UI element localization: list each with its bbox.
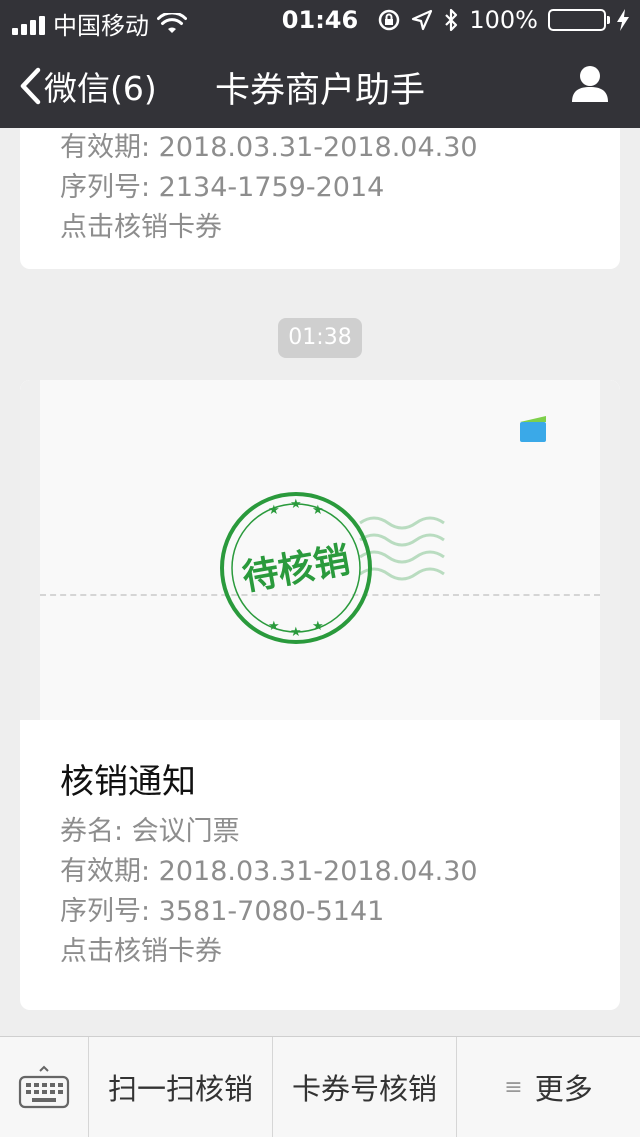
menu-item-label: 卡券号核销 [291, 1072, 437, 1106]
card-title: 核销通知 [60, 762, 196, 802]
svg-text:★: ★ [312, 619, 324, 634]
menu-lines-icon: ≡ [504, 1074, 523, 1100]
profile-button[interactable] [570, 64, 610, 108]
keyboard-toggle-button[interactable] [0, 1037, 89, 1137]
pending-stamp: ★ ★ ★ ★ ★ ★ 待核销 [220, 492, 445, 644]
battery-icon [548, 9, 610, 31]
wechat-card-icon [520, 416, 546, 442]
charging-icon [617, 9, 629, 31]
nav-bar: 微信(6) 卡券商户助手 [0, 40, 640, 128]
card-action-line: 点击核销卡券 [60, 936, 222, 967]
person-icon [572, 66, 608, 102]
rotation-lock-icon [379, 9, 400, 31]
status-bar: 中国移动 01:46 100% [0, 0, 640, 40]
card-detail-line: 有效期: 2018.03.31-2018.04.30 [60, 856, 478, 887]
svg-text:★: ★ [290, 497, 302, 512]
bottom-menu: 扫一扫核销 卡券号核销 ≡ 更多 [0, 1036, 640, 1137]
scan-redeem-button[interactable]: 扫一扫核销 [89, 1037, 273, 1137]
chevron-left-icon [20, 67, 41, 105]
code-redeem-button[interactable]: 卡券号核销 [273, 1037, 457, 1137]
card-detail-line: 序列号: 2134-1759-2014 [60, 172, 385, 203]
keyboard-icon [18, 1065, 70, 1109]
more-menu-button[interactable]: ≡ 更多 [457, 1037, 640, 1137]
menu-item-label: 更多 [534, 1072, 593, 1106]
card-detail-line: 有效期: 2018.03.31-2018.04.30 [60, 132, 478, 163]
card-detail-line: 券名: 会议门票 [60, 816, 240, 847]
menu-item-label: 扫一扫核销 [107, 1072, 253, 1106]
chat-area[interactable]: 有效期: 2018.03.31-2018.04.30 序列号: 2134-175… [0, 128, 640, 1036]
svg-text:★: ★ [312, 503, 324, 518]
back-button[interactable]: 微信(6) [18, 62, 157, 110]
redeem-notice-card[interactable]: ★ ★ ★ ★ ★ ★ 待核销 核销通知 券名: 会议门票 有效期: 2018.… [20, 380, 620, 1010]
stamp-text: 待核销 [240, 540, 353, 599]
battery-percent: 100% [469, 6, 538, 34]
card-action-line: 点击核销卡券 [60, 212, 222, 243]
svg-text:★: ★ [268, 503, 280, 518]
stamp-banner: ★ ★ ★ ★ ★ ★ 待核销 [20, 380, 620, 720]
coupon-message-card[interactable]: 有效期: 2018.03.31-2018.04.30 序列号: 2134-175… [20, 128, 620, 269]
message-timestamp: 01:38 [278, 318, 362, 358]
svg-text:★: ★ [290, 625, 302, 640]
location-icon [412, 9, 433, 31]
header: 中国移动 01:46 100% 微信(6) 卡券商户助手 [0, 0, 640, 128]
back-label: 微信(6) [44, 69, 157, 108]
svg-text:★: ★ [268, 619, 280, 634]
card-detail-line: 序列号: 3581-7080-5141 [60, 896, 385, 927]
bluetooth-icon [445, 8, 458, 32]
